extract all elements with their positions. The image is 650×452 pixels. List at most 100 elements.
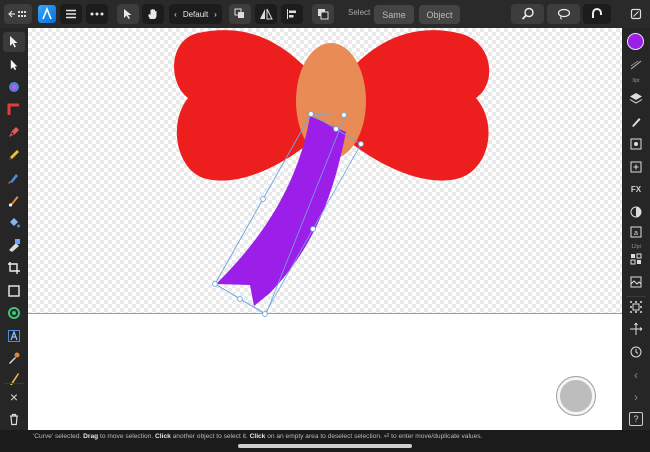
fx-icon: FX <box>630 184 642 194</box>
transform-icon <box>630 138 642 150</box>
menu-button[interactable] <box>60 4 82 24</box>
radial-command-button[interactable] <box>557 377 595 415</box>
persona-selector[interactable]: ‹ Default › <box>169 4 222 24</box>
arrange-icon <box>234 8 244 18</box>
assets-icon <box>630 276 642 288</box>
boolean-button[interactable] <box>312 4 334 24</box>
pen-tool[interactable] <box>3 122 25 142</box>
text-icon <box>8 330 20 342</box>
stroke-lines-icon <box>630 60 642 70</box>
align-button[interactable] <box>281 4 303 24</box>
corner-tool[interactable] <box>3 100 25 120</box>
paint-brush-tool[interactable] <box>3 190 25 210</box>
brushes-button[interactable] <box>626 113 646 131</box>
effects-button[interactable]: FX <box>626 180 646 198</box>
fill-color-swatch[interactable] <box>627 33 644 50</box>
navigator-icon <box>630 322 643 335</box>
vector-brush-tool[interactable] <box>3 168 25 188</box>
knife-tool[interactable] <box>3 369 25 389</box>
hamburger-icon <box>66 9 76 19</box>
delete-button[interactable] <box>3 409 25 429</box>
status-text-bold: Drag <box>83 433 99 440</box>
symbols-icon <box>630 253 642 265</box>
status-text-part: another object to select it. <box>170 433 250 440</box>
brush-icon <box>632 118 641 127</box>
brush-icon <box>8 174 18 185</box>
assets-button[interactable] <box>626 273 646 291</box>
tools-divider <box>4 383 24 384</box>
constraints-icon <box>630 161 642 173</box>
fill-icon <box>9 82 19 92</box>
picker-icon <box>9 352 20 364</box>
text-tool[interactable] <box>3 326 25 346</box>
history-icon <box>630 346 642 358</box>
ellipse-tool[interactable] <box>3 303 25 323</box>
pencil-icon <box>9 150 19 160</box>
tools-panel: × <box>0 28 28 430</box>
document-icon <box>630 8 642 20</box>
hand-tool-button[interactable] <box>142 4 164 24</box>
color-picker-tool[interactable] <box>3 348 25 368</box>
studio-divider <box>626 296 646 297</box>
fill-bucket-tool[interactable] <box>3 213 25 233</box>
status-text-bold: Click <box>155 433 171 440</box>
snapping-button[interactable] <box>583 4 611 24</box>
document-button[interactable] <box>627 4 645 24</box>
layers-icon <box>629 93 643 104</box>
node-arrow-icon <box>10 59 18 71</box>
pencil-tool[interactable] <box>3 145 25 165</box>
transparency-tool[interactable] <box>3 235 25 255</box>
paint-brush-icon <box>8 196 19 207</box>
document-canvas[interactable] <box>28 28 622 430</box>
chevron-right-icon[interactable]: › <box>626 388 646 406</box>
artwork-layer <box>174 30 490 317</box>
persona-prev-chevron[interactable]: ‹ <box>174 10 177 19</box>
symbols-button[interactable] <box>626 250 646 268</box>
status-text-part: to move selection. <box>98 433 156 440</box>
more-button[interactable] <box>86 4 108 24</box>
node-tool[interactable] <box>3 55 25 75</box>
transparency-icon <box>9 239 20 252</box>
zoom-button[interactable] <box>511 4 544 24</box>
magnifier-icon <box>521 7 534 20</box>
designer-persona-icon[interactable] <box>38 5 56 23</box>
history-button[interactable] <box>626 343 646 361</box>
navigator-button[interactable] <box>626 320 646 338</box>
flip-button[interactable] <box>255 4 277 24</box>
move-tool[interactable] <box>3 32 25 52</box>
constraints-button[interactable] <box>626 158 646 176</box>
fill-tool[interactable] <box>3 77 25 97</box>
rectangle-icon <box>8 285 20 297</box>
back-to-home-button[interactable] <box>4 4 32 24</box>
arrange-button[interactable] <box>229 4 251 24</box>
status-bar: 'Curve' selected. Drag to move selection… <box>0 430 650 452</box>
select-same-button[interactable]: Same <box>374 5 414 24</box>
help-icon: ? <box>629 412 643 426</box>
arrow-icon <box>10 36 18 48</box>
status-text-part: on an empty area to deselect selection. … <box>265 433 483 440</box>
top-toolbar: ‹ Default › Select Same Object <box>0 0 650 28</box>
persona-next-chevron[interactable]: › <box>214 10 217 19</box>
crop-tool[interactable] <box>3 258 25 278</box>
rectangle-tool[interactable] <box>3 281 25 301</box>
status-text-part: 'Curve' selected. <box>33 433 84 440</box>
context-help-text: 'Curve' selected. Drag to move selection… <box>33 432 482 440</box>
lasso-button[interactable] <box>547 4 580 24</box>
snapping-grid-button[interactable] <box>626 298 646 316</box>
home-indicator[interactable] <box>238 444 412 448</box>
lasso-icon <box>557 8 570 20</box>
appearance-button[interactable] <box>626 203 646 221</box>
hand-icon <box>148 9 157 19</box>
transform-button[interactable] <box>626 135 646 153</box>
layers-button[interactable] <box>626 90 646 108</box>
chevron-left-icon[interactable]: ‹ <box>626 366 646 384</box>
select-object-button[interactable]: Object <box>419 5 460 24</box>
persona-label: Default <box>182 9 209 19</box>
close-context-button[interactable]: × <box>3 387 25 407</box>
corner-icon <box>7 103 19 115</box>
move-tool-button[interactable] <box>117 4 139 24</box>
flip-horizontal-icon <box>260 8 273 20</box>
help-button[interactable]: ? <box>626 410 646 428</box>
stroke-width-label: 0pt <box>632 78 640 84</box>
ellipsis-icon <box>90 12 104 16</box>
